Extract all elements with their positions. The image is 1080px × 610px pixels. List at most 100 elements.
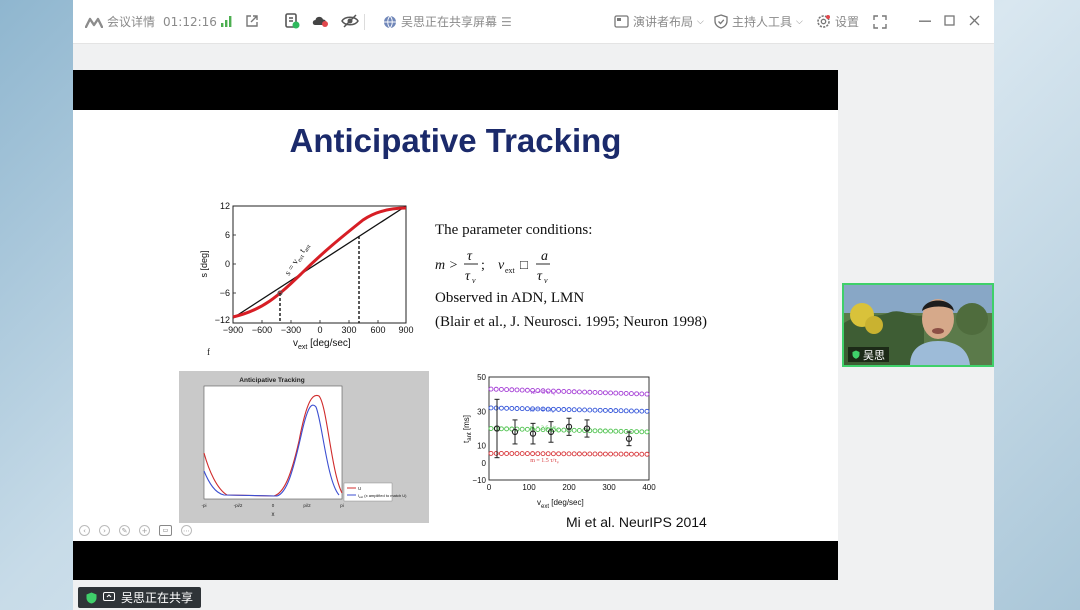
fullscreen-icon[interactable] [873, 15, 887, 29]
globe-icon [384, 15, 396, 29]
x-tick-label: 600 [370, 325, 385, 335]
x-axis-label: vext [deg/sec] [293, 338, 351, 351]
tant-vs-vext-chart: 0 100 200 300 4005030100−10 m = 5 τ/τvm = 4 … [462, 373, 656, 510]
slide-letterbox-top [73, 70, 838, 110]
meeting-info-label: 会议详情 [107, 15, 156, 29]
settings-button[interactable]: 设置 [816, 13, 859, 30]
s-vs-vext-chart: s = vext tant 12 6 0 −6 −12 −900 −600 −3… [199, 201, 414, 356]
y-tick-label: 12 [220, 201, 230, 211]
references-text: (Blair et al., J. Neurosci. 1995; Neuron… [435, 314, 708, 330]
tant-y-axis-label: tant [ms] [462, 415, 473, 443]
sharing-badge-label: 吴思正在共享 [121, 591, 194, 605]
citation-text: Mi et al. NeurIPS 2014 [566, 514, 707, 530]
x-tick-label: −900 [223, 325, 243, 335]
shield-share-icon [86, 592, 97, 603]
sim-legend-u: U [358, 486, 361, 491]
y-tick-label: 0 [225, 259, 230, 269]
menu-lines-icon: ☰ [501, 14, 512, 29]
close-icon[interactable] [969, 15, 980, 26]
sharing-badge[interactable]: 吴思正在共享 [78, 587, 202, 608]
host-tools-label: 主持人工具 [732, 15, 793, 29]
shared-slide: Anticipative Tracking s = vext tant 12 6… [73, 70, 838, 580]
next-icon[interactable]: › [99, 525, 110, 536]
y-tick-label: −6 [220, 288, 230, 298]
tant-y-tick-label: −10 [472, 476, 486, 485]
tant-y-tick-label: 0 [482, 459, 487, 468]
formula-sub-v: v [472, 276, 476, 285]
prev-icon[interactable]: ‹ [79, 525, 90, 536]
param-formula: m > τ τ v ; v ext □ a τ v [435, 249, 550, 285]
more-icon[interactable]: ⋯ [181, 525, 192, 536]
zoom-icon[interactable]: + [139, 525, 150, 536]
host-tools-button[interactable]: 主持人工具 ⌵ [714, 13, 803, 30]
sim-x-label: x [272, 512, 275, 518]
document-icon[interactable] [284, 13, 300, 29]
tant-x-axis-label: vext [deg/sec] [537, 498, 584, 510]
observed-text: Observed in ADN, LMN [435, 290, 585, 306]
slide-viewer-toolbar: ‹ › ✎ + ▭ ⋯ [79, 525, 192, 536]
formula-tau: τ [467, 249, 473, 264]
formula-sub-ext: ext [505, 266, 516, 275]
slide-title: Anticipative Tracking [289, 122, 622, 159]
participant-name-tag: 吴思 [848, 347, 889, 362]
shield-icon [714, 14, 728, 29]
formula-m: m > [435, 258, 458, 273]
formula-tau-v: τ [465, 269, 471, 284]
tant-y-tick-label: 10 [477, 442, 486, 451]
meeting-timer: 01:12:16 [163, 14, 217, 29]
formula-tau-v2: τ [537, 269, 543, 284]
x-tick-label: 900 [398, 325, 413, 335]
tant-series-label: m = 5 τ/τv [531, 390, 556, 397]
sim-plot-frame [203, 385, 343, 500]
hide-video-icon[interactable] [341, 14, 359, 28]
tant-series-label: m = 1.5 τ/τv [530, 458, 560, 465]
tencent-meeting-logo-icon [85, 17, 103, 28]
pen-icon[interactable]: ✎ [119, 525, 130, 536]
x-tick-label: 300 [341, 325, 356, 335]
param-heading: The parameter conditions: [435, 222, 593, 238]
cloud-record-icon[interactable] [311, 14, 329, 28]
sharing-status[interactable]: 吴思正在共享屏幕 ☰ [383, 13, 512, 30]
sim-legend [343, 482, 393, 502]
sim-x-tick: -pi/2 [234, 503, 243, 508]
formula-a: a [541, 249, 548, 264]
formula-box: □ [520, 257, 528, 272]
meeting-info-button[interactable]: 会议详情 [85, 13, 155, 30]
layout-icon [614, 15, 629, 28]
sim-x-tick: pi/2 [303, 503, 311, 508]
x-tick-label: 0 [317, 325, 322, 335]
simulation-figure: Anticipative Tracking U Iext (x amplifie… [179, 371, 429, 523]
tant-y-tick-label: 50 [477, 373, 486, 382]
settings-label: 设置 [835, 15, 860, 29]
x-tick-label: −600 [252, 325, 272, 335]
participant-name: 吴思 [863, 348, 885, 362]
y-tick-label: −12 [215, 315, 230, 325]
view-icon[interactable]: ▭ [159, 525, 172, 536]
formula-semicolon: ; [481, 258, 485, 273]
x-tick-label: −300 [281, 325, 301, 335]
sim-title: Anticipative Tracking [239, 377, 304, 384]
gear-icon [817, 15, 830, 28]
presenter-layout-button[interactable]: 演讲者布局 ⌵ [614, 13, 704, 30]
signal-icon[interactable] [220, 15, 233, 28]
sim-x-tick: pi [340, 503, 344, 508]
tant-x-tick-label: 0 [487, 483, 492, 492]
screen-share-icon [103, 592, 115, 601]
tant-x-tick-label: 400 [642, 483, 656, 492]
tant-x-tick-label: 100 [522, 483, 536, 492]
tant-series-label: m = 4 τ/τv [530, 407, 555, 414]
y-axis-label: s [deg] [199, 250, 209, 277]
formula-vext: v [498, 258, 505, 273]
popout-icon[interactable] [245, 14, 259, 28]
sharing-status-label: 吴思正在共享屏幕 [401, 15, 498, 29]
topbar-divider [364, 14, 365, 30]
sim-x-tick: -pi [201, 503, 206, 508]
presenter-layout-label: 演讲者布局 [633, 15, 694, 29]
maximize-icon[interactable] [944, 15, 955, 26]
minimize-icon[interactable] [919, 20, 931, 23]
chevron-down-icon: ⌵ [697, 16, 704, 27]
tant-x-tick-label: 300 [602, 483, 616, 492]
participant-video-tile[interactable]: 吴思 [842, 283, 994, 367]
slide-letterbox-bottom [73, 541, 838, 580]
meeting-topbar: 会议详情 01:12:16 吴思正在共享屏幕 ☰ 演讲者布局 ⌵ 主持人工具 ⌵… [73, 0, 994, 44]
